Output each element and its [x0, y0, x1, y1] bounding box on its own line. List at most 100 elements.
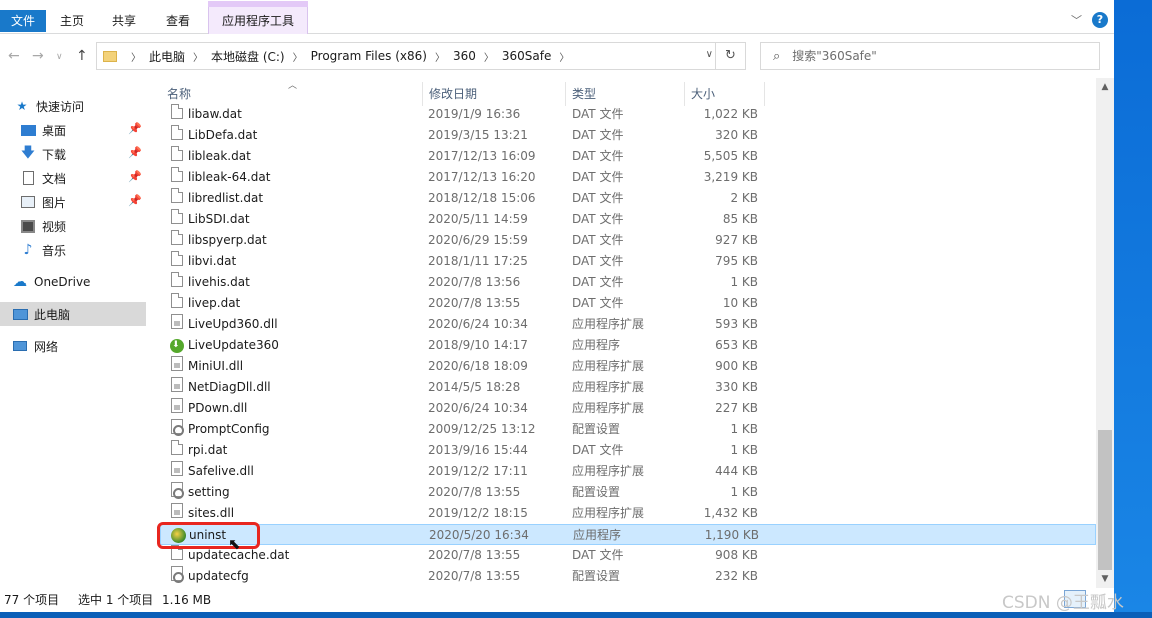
chevron-right-icon[interactable]: 〉: [484, 49, 494, 64]
file-icon: [171, 545, 183, 560]
column-header-name[interactable]: 名称: [160, 82, 422, 106]
nav-downloads[interactable]: 🡇 下载 📌: [0, 142, 146, 166]
file-row[interactable]: LibDefa.dat 2019/3/15 13:21 DAT 文件 320 KB: [160, 125, 1096, 146]
file-row[interactable]: PDown.dll 2020/6/24 10:34 应用程序扩展 227 KB: [160, 398, 1096, 419]
file-row[interactable]: libleak-64.dat 2017/12/13 16:20 DAT 文件 3,21…: [160, 167, 1096, 188]
file-icon: [171, 251, 183, 266]
file-row[interactable]: setting 2020/7/8 13:55 配置设置 1 KB: [160, 482, 1096, 503]
breadcrumb-360[interactable]: 360 〉: [453, 49, 502, 64]
pin-icon[interactable]: 📌: [128, 170, 142, 183]
file-size: 330 KB: [715, 380, 758, 394]
file-icon: [171, 104, 183, 119]
file-row[interactable]: livep.dat 2020/7/8 13:55 DAT 文件 10 KB: [160, 293, 1096, 314]
help-icon[interactable]: ?: [1092, 12, 1108, 28]
download-icon: 🡇: [20, 145, 36, 161]
pin-icon[interactable]: 📌: [128, 122, 142, 135]
chevron-right-icon[interactable]: 〉: [435, 49, 445, 64]
file-row[interactable]: sites.dll 2019/12/2 18:15 应用程序扩展 1,432 KB: [160, 503, 1096, 524]
file-row[interactable]: NetDiagDll.dll 2014/5/5 18:28 应用程序扩展 330 KB: [160, 377, 1096, 398]
vertical-scrollbar[interactable]: ▲ ▼: [1096, 78, 1114, 588]
refresh-icon[interactable]: ↻: [715, 43, 745, 69]
breadcrumb-this-pc[interactable]: 此电脑〉: [149, 48, 211, 65]
up-icon[interactable]: ↑: [76, 48, 88, 64]
file-row[interactable]: updatecfg 2020/7/8 13:55 配置设置 232 KB: [160, 566, 1096, 587]
nav-documents[interactable]: 文档 📌: [0, 166, 146, 190]
file-type: DAT 文件: [572, 296, 624, 310]
file-name: libvi.dat: [188, 254, 237, 268]
file-type: 配置设置: [572, 422, 621, 436]
column-header-date[interactable]: 修改日期: [422, 82, 565, 106]
file-date: 2018/1/11 17:25: [428, 254, 528, 268]
file-row[interactable]: uninst 2020/5/20 16:34 应用程序 1,190 KB: [160, 524, 1096, 545]
nav-this-pc[interactable]: 此电脑: [0, 302, 146, 326]
chevron-right-icon[interactable]: 〉: [293, 49, 303, 64]
nav-quick-access[interactable]: ★ 快速访问: [0, 94, 146, 118]
scrollbar-thumb[interactable]: [1098, 430, 1112, 570]
address-dropdown-icon[interactable]: ∨: [706, 49, 713, 60]
scroll-down-icon[interactable]: ▼: [1096, 574, 1114, 584]
column-separator[interactable]: [764, 82, 765, 106]
tab-file[interactable]: 文件: [0, 10, 46, 32]
nav-onedrive[interactable]: ☁ OneDrive: [0, 270, 146, 294]
nav-desktop[interactable]: 桌面 📌: [0, 118, 146, 142]
file-row[interactable]: LiveUpdate360 2018/9/10 14:17 应用程序 653 KB: [160, 335, 1096, 356]
file-row[interactable]: updatecache.dat 2020/7/8 13:55 DAT 文件 908 K…: [160, 545, 1096, 566]
file-row[interactable]: LibSDI.dat 2020/5/11 14:59 DAT 文件 85 KB: [160, 209, 1096, 230]
pin-icon[interactable]: 📌: [128, 194, 142, 207]
chevron-right-icon[interactable]: 〉: [131, 49, 141, 64]
file-row[interactable]: MiniUI.dll 2020/6/18 18:09 应用程序扩展 900 KB: [160, 356, 1096, 377]
file-row[interactable]: LiveUpd360.dll 2020/6/24 10:34 应用程序扩展 593 K…: [160, 314, 1096, 335]
file-name: LibDefa.dat: [188, 128, 258, 142]
file-date: 2019/1/9 16:36: [428, 107, 521, 121]
file-size: 1,190 KB: [704, 528, 759, 542]
column-header-size[interactable]: 大小: [684, 82, 764, 106]
back-icon[interactable]: ←: [8, 48, 20, 64]
file-date: 2014/5/5 18:28: [428, 380, 521, 394]
chevron-right-icon[interactable]: 〉: [559, 49, 569, 64]
tab-view[interactable]: 查看: [156, 10, 200, 34]
tab-home[interactable]: 主页: [50, 10, 94, 34]
file-row[interactable]: Safelive.dll 2019/12/2 17:11 应用程序扩展 444 KB: [160, 461, 1096, 482]
file-row[interactable]: libaw.dat 2019/1/9 16:36 DAT 文件 1,022 KB: [160, 104, 1096, 125]
chevron-right-icon[interactable]: 〉: [193, 49, 203, 64]
file-size: 232 KB: [715, 569, 758, 583]
search-input[interactable]: [792, 49, 1083, 63]
file-name: LiveUpdate360: [188, 338, 279, 352]
file-type: 配置设置: [572, 569, 621, 583]
file-row[interactable]: libleak.dat 2017/12/13 16:09 DAT 文件 5,505 K…: [160, 146, 1096, 167]
pin-icon[interactable]: 📌: [128, 146, 142, 159]
breadcrumb-local-disk[interactable]: 本地磁盘 (C:) 〉: [211, 48, 311, 65]
nav-music[interactable]: ♪ 音乐: [0, 238, 146, 262]
dll-file-icon: [171, 314, 183, 329]
column-header-type[interactable]: 类型: [565, 82, 684, 106]
file-size: 908 KB: [715, 548, 758, 562]
file-row[interactable]: PromptConfig 2009/12/25 13:12 配置设置 1 KB: [160, 419, 1096, 440]
file-row[interactable]: libspyerp.dat 2020/6/29 15:59 DAT 文件 927 KB: [160, 230, 1096, 251]
address-bar[interactable]: 〉 此电脑〉 本地磁盘 (C:) 〉 Program Files (x86) 〉 3…: [96, 42, 746, 70]
recent-dropdown-icon[interactable]: ∨: [56, 52, 63, 62]
breadcrumb-360safe[interactable]: 360Safe 〉: [502, 49, 577, 64]
nav-network[interactable]: 网络: [0, 334, 146, 358]
file-type: 应用程序扩展: [572, 317, 645, 331]
search-box[interactable]: ⌕: [760, 42, 1100, 70]
scroll-up-icon[interactable]: ▲: [1096, 82, 1114, 92]
file-type: DAT 文件: [572, 128, 624, 142]
file-row[interactable]: livehis.dat 2020/7/8 13:56 DAT 文件 1 KB: [160, 272, 1096, 293]
file-row[interactable]: libredlist.dat 2018/12/18 15:06 DAT 文件 2 KB: [160, 188, 1096, 209]
nav-pictures[interactable]: 图片 📌: [0, 190, 146, 214]
file-name: NetDiagDll.dll: [188, 380, 271, 394]
chevron-down-icon[interactable]: ﹀: [1071, 12, 1082, 28]
navigation-pane: ★ 快速访问 桌面 📌 🡇 下载 📌 文档 📌 图片 📌 视频 ♪ 音乐 ☁ O…: [0, 78, 160, 588]
file-size: 1,432 KB: [703, 506, 758, 520]
file-size: 1 KB: [730, 275, 758, 289]
tab-share[interactable]: 共享: [102, 10, 146, 34]
forward-icon[interactable]: →: [32, 48, 44, 64]
nav-videos[interactable]: 视频: [0, 214, 146, 238]
file-size: 927 KB: [715, 233, 758, 247]
file-row[interactable]: rpi.dat 2013/9/16 15:44 DAT 文件 1 KB: [160, 440, 1096, 461]
file-name: LibSDI.dat: [188, 212, 250, 226]
file-type: DAT 文件: [572, 443, 624, 457]
tab-app-tools[interactable]: 应用程序工具: [208, 1, 308, 34]
file-row[interactable]: libvi.dat 2018/1/11 17:25 DAT 文件 795 KB: [160, 251, 1096, 272]
breadcrumb-program-files[interactable]: Program Files (x86) 〉: [311, 49, 453, 64]
